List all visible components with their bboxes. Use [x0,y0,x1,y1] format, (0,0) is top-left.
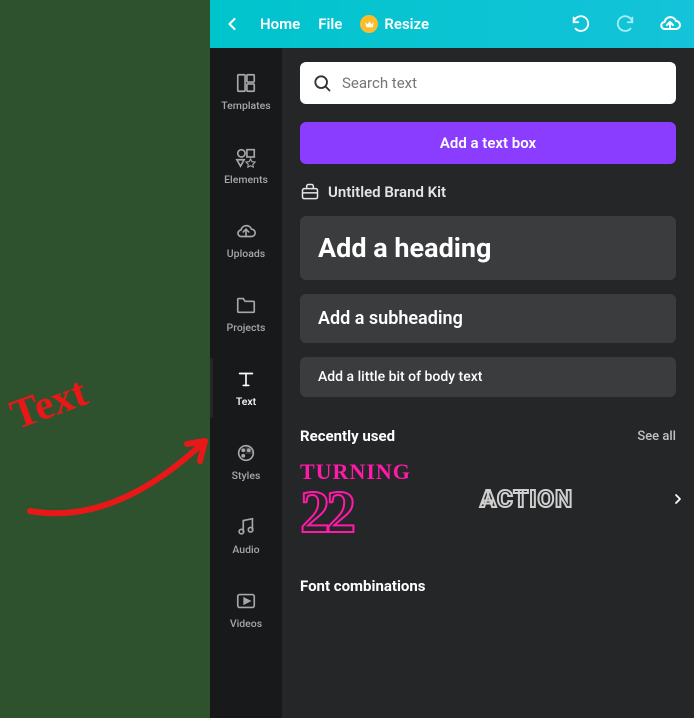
search-icon [312,73,332,93]
scroll-right-button[interactable] [666,484,690,514]
sidebar-item-templates[interactable]: Templates [210,66,282,118]
sidebar-label: Uploads [227,247,265,260]
card-line2: 22 [300,485,450,539]
file-button[interactable]: File [318,15,342,33]
add-heading-button[interactable]: Add a heading [300,216,676,280]
sidebar-label: Elements [224,173,268,186]
crown-icon [360,15,378,33]
sidebar-item-text[interactable]: Text [210,362,282,414]
sidebar-item-audio[interactable]: Audio [210,510,282,562]
font-combinations-title: Font combinations [300,577,676,595]
sidebar-label: Audio [232,543,259,556]
chevron-left-icon [222,14,242,34]
see-all-link[interactable]: See all [637,429,676,444]
uploads-icon [235,220,257,242]
sidebar-label: Videos [230,617,262,630]
elements-icon [235,146,257,168]
text-style-card[interactable]: ACTION [480,485,573,513]
sidebar-label: Text [236,395,256,408]
sidebar-label: Projects [227,321,266,334]
sidebar-label: Styles [232,469,261,482]
undo-button[interactable] [570,13,592,35]
sidebar-item-videos[interactable]: Videos [210,584,282,636]
redo-button[interactable] [614,13,636,35]
sidebar-item-styles[interactable]: Styles [210,436,282,488]
cloud-save-icon[interactable] [658,12,682,36]
top-toolbar: Home File Resize [210,0,694,48]
sidebar-label: Templates [221,99,270,112]
sidebar-item-uploads[interactable]: Uploads [210,214,282,266]
text-panel: Add a text box Untitled Brand Kit Add a … [282,48,694,718]
home-button[interactable]: Home [260,15,300,33]
sidebar: Templates Elements Uploads Projects Text [210,48,282,718]
sidebar-item-elements[interactable]: Elements [210,140,282,192]
add-body-text-button[interactable]: Add a little bit of body text [300,357,676,397]
search-box[interactable] [300,62,676,104]
chevron-right-icon [670,491,686,507]
brand-kit-label: Untitled Brand Kit [328,183,446,201]
resize-button[interactable]: Resize [360,15,429,33]
add-text-box-button[interactable]: Add a text box [300,122,676,164]
resize-label: Resize [384,15,429,33]
brand-kit-icon [300,182,320,202]
recently-used-cards: TURNING 22 ACTION [300,459,676,539]
annotation-arrow [25,416,225,536]
add-subheading-button[interactable]: Add a subheading [300,294,676,343]
audio-icon [235,516,257,538]
text-icon [235,368,257,390]
back-button[interactable] [222,14,242,34]
sidebar-item-projects[interactable]: Projects [210,288,282,340]
search-input[interactable] [342,74,664,92]
text-style-card[interactable]: TURNING 22 [300,459,450,539]
templates-icon [235,72,257,94]
projects-icon [235,294,257,316]
videos-icon [235,590,257,612]
brand-kit-row[interactable]: Untitled Brand Kit [300,182,676,202]
recently-used-title: Recently used [300,427,395,445]
styles-icon [235,442,257,464]
